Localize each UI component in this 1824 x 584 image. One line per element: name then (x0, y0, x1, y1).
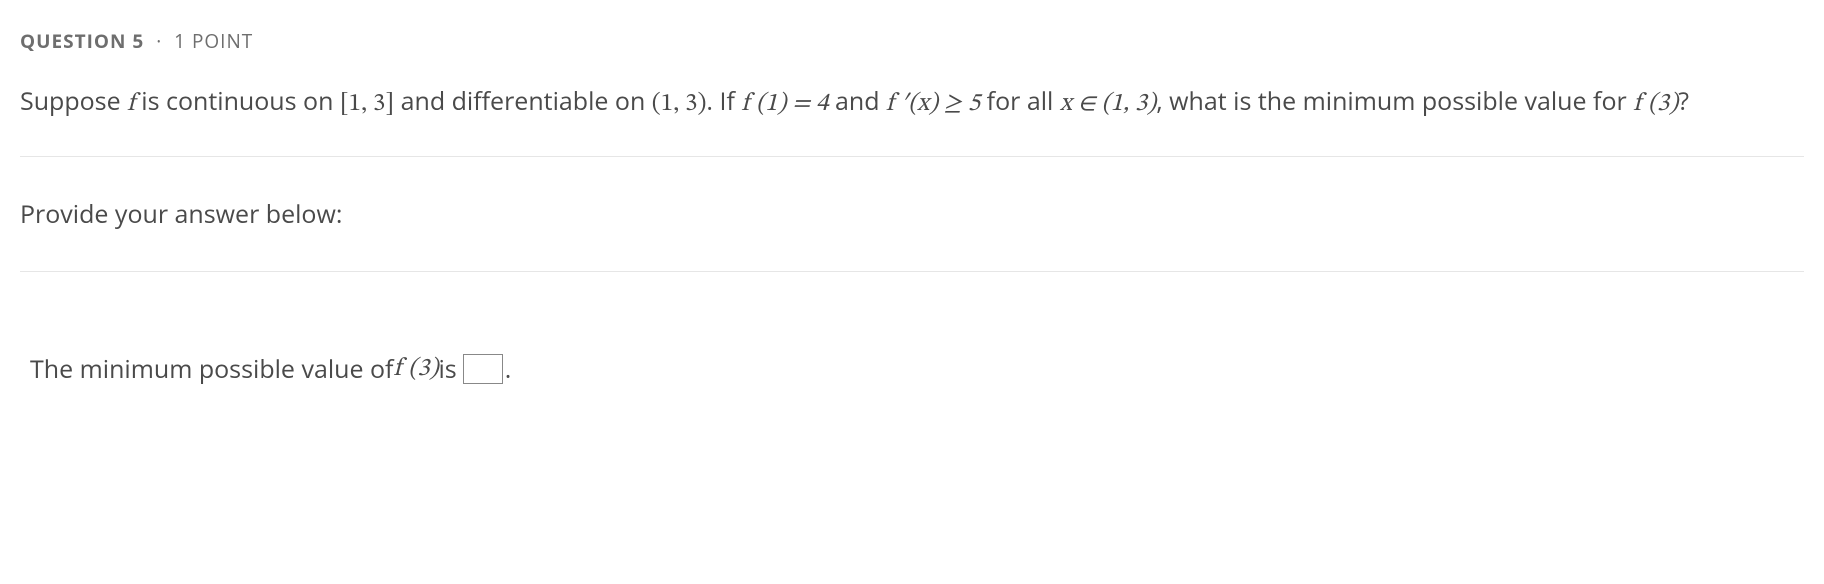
body-text: . If (706, 84, 741, 118)
question-number: QUESTION 5 (20, 28, 144, 54)
body-text: is continuous on (135, 84, 340, 118)
answer-line: The minimum possible value of f (3) is . (20, 272, 1804, 386)
math-f-of-1: f (1) = 4 (741, 91, 828, 116)
math-f-of-3: f (3) (1633, 91, 1678, 116)
math-interval-open: (1, 3) (652, 91, 707, 116)
math-f-of-3-answer: f (3) (393, 353, 438, 384)
question-points: 1 POINT (174, 28, 253, 54)
body-text: for all (980, 84, 1060, 118)
question-container: QUESTION 5 · 1 POINT Suppose f is contin… (0, 0, 1824, 426)
answer-period: . (505, 352, 512, 386)
math-x-in: x ∈ (1, 3) (1060, 91, 1156, 116)
body-text: and (829, 84, 887, 118)
body-text: and differentiable on (394, 84, 652, 118)
answer-prompt: Provide your answer below: (20, 157, 1804, 271)
body-text: , what is the minimum possible value for (1156, 84, 1633, 118)
header-separator: · (156, 28, 162, 54)
question-header: QUESTION 5 · 1 POINT (20, 28, 1804, 54)
body-text: Suppose (20, 84, 127, 118)
answer-prefix: The minimum possible value of (30, 352, 393, 386)
body-text: ? (1678, 84, 1689, 118)
answer-input[interactable] (463, 354, 503, 384)
math-interval-closed: [1, 3] (340, 91, 394, 116)
answer-is-text: is (439, 352, 457, 386)
math-f: f (127, 91, 135, 116)
math-fprime: f ′(x) ≥ 5 (886, 91, 980, 116)
question-body: Suppose f is continuous on [1, 3] and di… (20, 82, 1804, 124)
